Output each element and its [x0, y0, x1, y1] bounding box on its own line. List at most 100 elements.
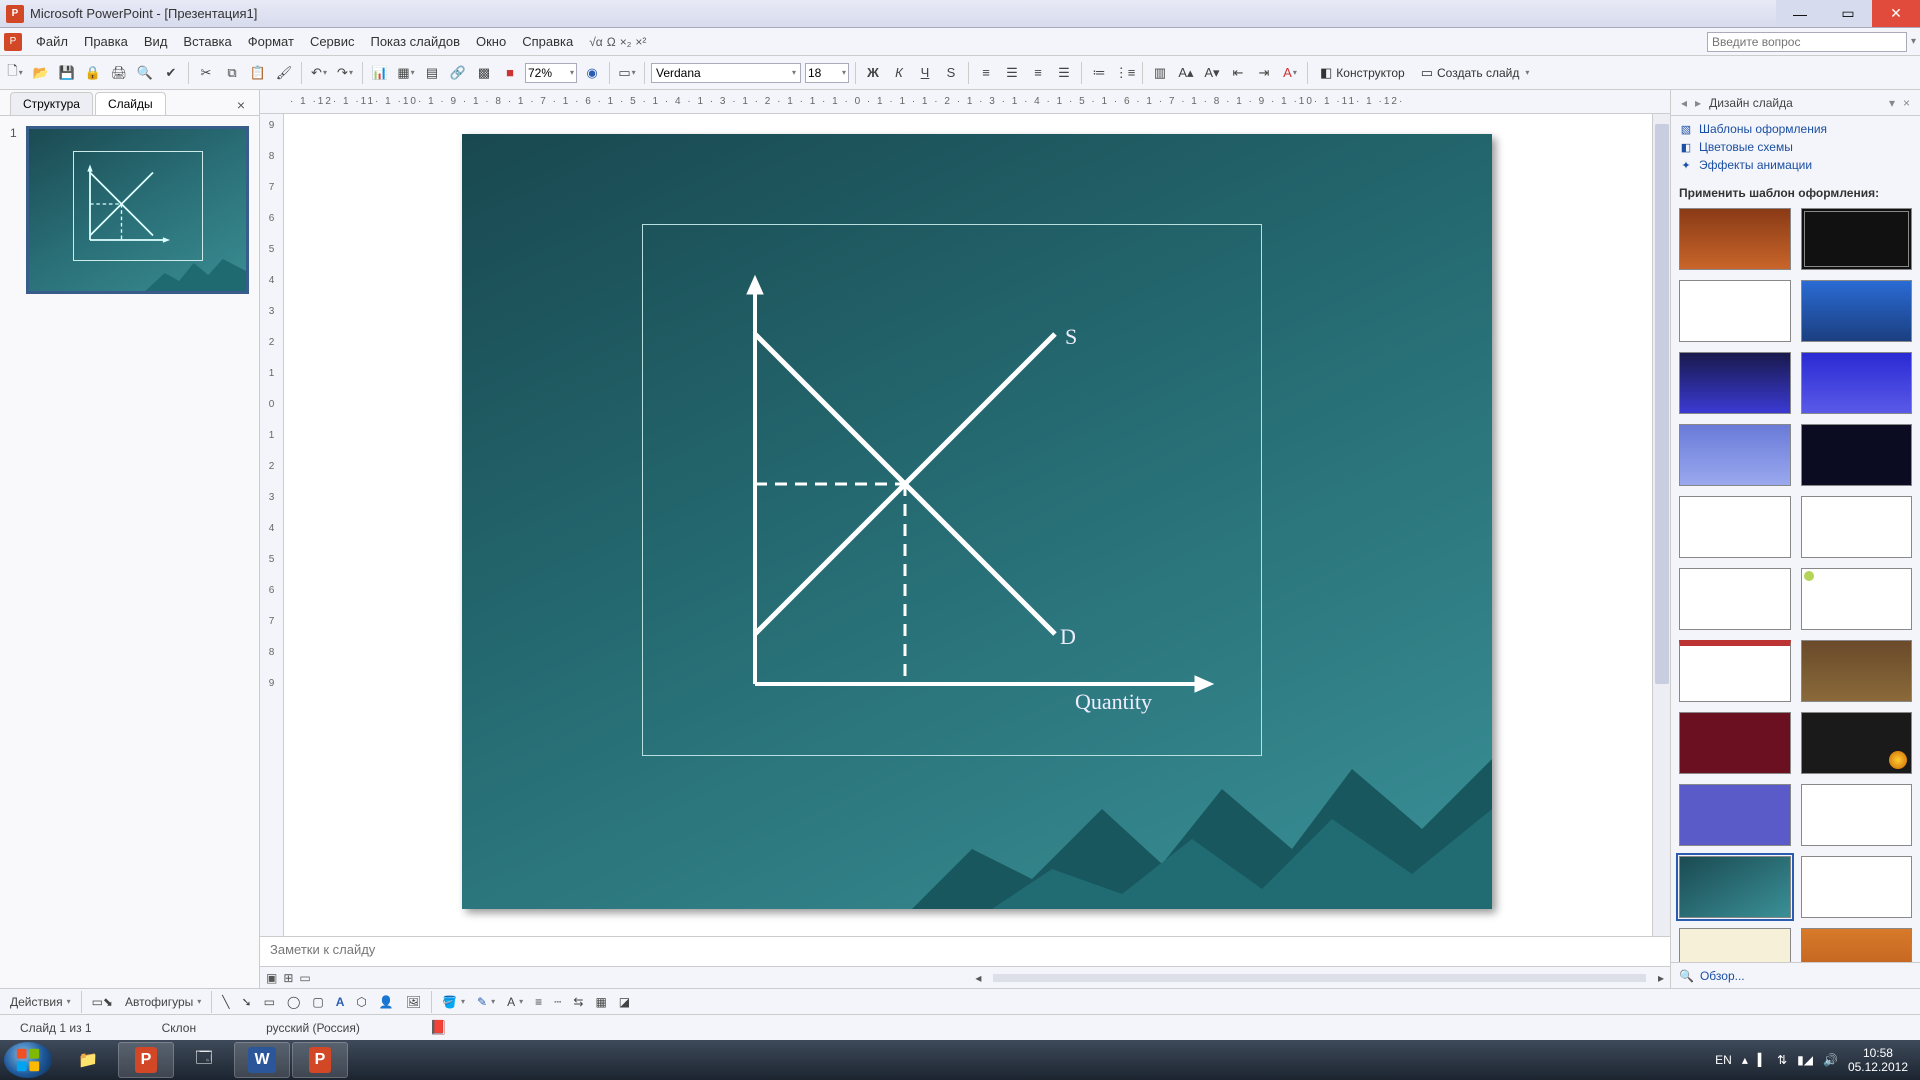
font-combo[interactable]: Verdana▾ — [651, 63, 801, 83]
slide[interactable]: Price S D Quantity — [462, 134, 1492, 909]
redo-button[interactable]: ↷ — [334, 62, 356, 84]
save-button[interactable]: 💾 — [56, 62, 78, 84]
template-item[interactable] — [1801, 712, 1913, 774]
open-button[interactable]: 📂 — [30, 62, 52, 84]
designer-button[interactable]: ◧Конструктор — [1314, 62, 1411, 84]
template-item[interactable] — [1679, 424, 1791, 486]
print-button[interactable]: 🖨 — [108, 62, 130, 84]
menu-slideshow[interactable]: Показ слайдов — [362, 32, 468, 51]
actions-menu[interactable]: Действия — [6, 993, 75, 1011]
help-button[interactable]: ◉ — [581, 62, 603, 84]
help-search-input[interactable] — [1707, 32, 1907, 52]
bold-button[interactable]: Ж — [862, 62, 884, 84]
font-color-button[interactable]: A — [1279, 62, 1301, 84]
font-color-button-draw[interactable]: A — [503, 993, 527, 1011]
slide-orientation-button[interactable]: ▭ — [616, 62, 638, 84]
menu-tools[interactable]: Сервис — [302, 32, 363, 51]
textbox-tool[interactable]: ▢ — [308, 993, 327, 1011]
cut-button[interactable]: ✂ — [195, 62, 217, 84]
menu-edit[interactable]: Правка — [76, 32, 136, 51]
menu-window[interactable]: Окно — [468, 32, 514, 51]
supply-demand-chart[interactable]: Price S D Quantity — [715, 264, 1235, 724]
align-center-button[interactable]: ☰ — [1001, 62, 1023, 84]
menu-insert[interactable]: Вставка — [175, 32, 239, 51]
decrease-font-button[interactable]: A▾ — [1201, 62, 1223, 84]
line-tool[interactable]: ╲ — [218, 993, 233, 1011]
link-color-schemes[interactable]: ◧Цветовые схемы — [1679, 140, 1912, 154]
autoshapes-menu[interactable]: Автофигуры — [121, 993, 205, 1011]
slide-canvas-area[interactable]: Price S D Quantity — [284, 114, 1670, 936]
picture-tool[interactable]: 🖼 — [402, 993, 425, 1011]
color-button[interactable]: ■ — [499, 62, 521, 84]
link-animation-effects[interactable]: ✦Эффекты анимации — [1679, 158, 1912, 172]
show-grid-button[interactable]: ▩ — [473, 62, 495, 84]
template-item[interactable] — [1801, 352, 1913, 414]
dash-style-button[interactable]: ┄ — [550, 993, 565, 1011]
arrow-style-button[interactable]: ⇆ — [569, 993, 587, 1011]
template-item[interactable] — [1679, 568, 1791, 630]
copy-button[interactable]: ⧉ — [221, 62, 243, 84]
numbered-list-button[interactable]: ≔ — [1088, 62, 1110, 84]
tab-outline[interactable]: Структура — [10, 92, 93, 115]
distribute-button[interactable]: ☰ — [1053, 62, 1075, 84]
permissions-button[interactable]: 🔒 — [82, 62, 104, 84]
font-size-combo[interactable]: 18▾ — [805, 63, 849, 83]
taskpane-back-button[interactable]: ◂ — [1677, 96, 1691, 110]
xsub-icon[interactable]: ×₂ — [620, 35, 632, 49]
menu-file[interactable]: Файл — [28, 32, 76, 51]
diagram-tool[interactable]: ⬡ — [352, 993, 370, 1011]
decrease-indent-button[interactable]: ⇤ — [1227, 62, 1249, 84]
taskbar-word[interactable]: W — [234, 1042, 290, 1078]
paste-button[interactable]: 📋 — [247, 62, 269, 84]
insert-hyperlink-button[interactable]: 🔗 — [447, 62, 469, 84]
minimize-button[interactable]: — — [1776, 0, 1824, 27]
equation-icon[interactable]: √α — [589, 35, 603, 49]
template-item[interactable] — [1679, 640, 1791, 702]
clipart-tool[interactable]: 👤 — [375, 993, 398, 1011]
notes-area[interactable]: Заметки к слайду — [260, 936, 1670, 966]
template-item[interactable] — [1801, 640, 1913, 702]
template-item[interactable] — [1801, 568, 1913, 630]
omega-icon[interactable]: Ω — [607, 35, 616, 49]
slide-thumbnail[interactable] — [26, 126, 249, 294]
new-button[interactable]: 🗋 — [4, 62, 26, 84]
taskbar-powerpoint[interactable]: P — [118, 1042, 174, 1078]
columns-button[interactable]: ▥ — [1149, 62, 1171, 84]
template-item[interactable] — [1679, 208, 1791, 270]
template-item[interactable] — [1679, 496, 1791, 558]
tray-volume-icon[interactable]: 🔊 — [1823, 1053, 1838, 1067]
line-color-button[interactable]: ✎ — [473, 993, 499, 1011]
tables-borders-button[interactable]: ▤ — [421, 62, 443, 84]
template-item[interactable] — [1801, 208, 1913, 270]
vertical-scrollbar[interactable] — [1652, 114, 1670, 936]
taskpane-close-button[interactable]: × — [1899, 96, 1914, 110]
fill-color-button[interactable]: 🪣 — [438, 993, 469, 1011]
tray-language[interactable]: EN — [1715, 1053, 1732, 1067]
scroll-left-button[interactable]: ◂ — [975, 971, 981, 985]
sorter-view-button[interactable]: ⊞ — [283, 971, 293, 985]
wordart-tool[interactable]: A — [332, 993, 349, 1011]
tab-slides[interactable]: Слайды — [95, 92, 166, 115]
template-item[interactable] — [1679, 280, 1791, 342]
3d-style-button[interactable]: ◪ — [615, 993, 634, 1011]
template-item-selected[interactable] — [1679, 856, 1791, 918]
taskpane-dropdown[interactable]: ▾ — [1885, 96, 1899, 110]
taskbar-explorer[interactable]: 📁 — [60, 1042, 116, 1078]
align-left-button[interactable]: ≡ — [975, 62, 997, 84]
tray-flag-icon[interactable]: ▍ — [1758, 1053, 1767, 1067]
increase-font-button[interactable]: A▴ — [1175, 62, 1197, 84]
scroll-right-button[interactable]: ▸ — [1658, 971, 1664, 985]
spellcheck-button[interactable]: ✔ — [160, 62, 182, 84]
template-item[interactable] — [1801, 424, 1913, 486]
arrow-tool[interactable]: ➘ — [238, 993, 256, 1011]
start-button[interactable] — [4, 1042, 52, 1078]
menu-help[interactable]: Справка — [514, 32, 581, 51]
bulleted-list-button[interactable]: ⋮≡ — [1114, 62, 1136, 84]
help-dropdown-icon[interactable]: ▾ — [1911, 36, 1916, 47]
print-preview-button[interactable]: 🔍 — [134, 62, 156, 84]
italic-button[interactable]: К — [888, 62, 910, 84]
template-gallery[interactable] — [1671, 204, 1920, 962]
oval-tool[interactable]: ◯ — [283, 993, 304, 1011]
menu-format[interactable]: Формат — [240, 32, 302, 51]
tray-chevron-icon[interactable]: ▴ — [1742, 1053, 1748, 1067]
